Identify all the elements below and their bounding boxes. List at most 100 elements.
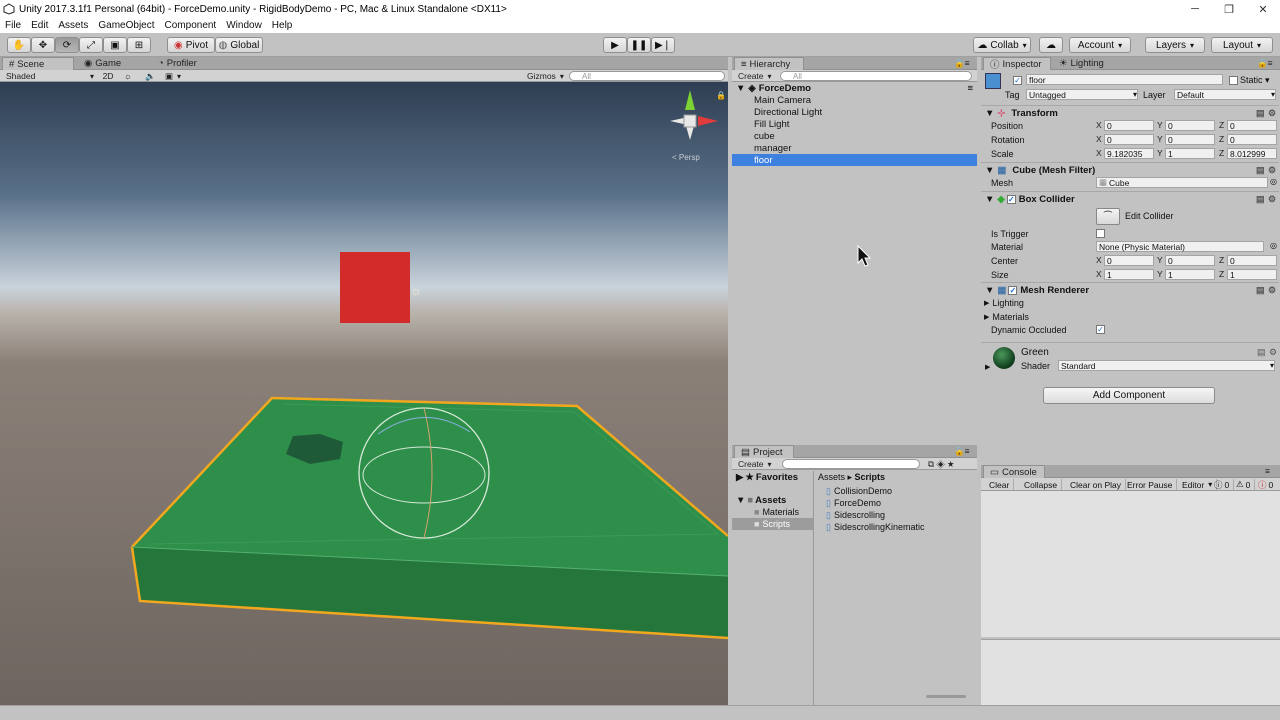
mesh-renderer-enabled-checkbox[interactable]: ✓ <box>1008 285 1018 295</box>
rotate-icon[interactable]: ⟳ <box>55 37 79 53</box>
center-y-label[interactable]: Y <box>1157 255 1163 265</box>
component-gear-icon[interactable]: ⚙ <box>1268 165 1277 175</box>
play-button[interactable]: ▶ <box>603 37 627 53</box>
static-dropdown[interactable]: Static ▾ <box>1240 75 1270 86</box>
move-icon[interactable]: ✥ <box>31 37 55 53</box>
tab-game[interactable]: ◉ Game <box>78 57 150 70</box>
mesh-filter-header[interactable]: ▼ ▦ Cube (Mesh Filter) ▤ ⚙ <box>981 162 1279 177</box>
help-book-icon[interactable]: ▤ <box>1256 165 1265 175</box>
scale-x-field[interactable]: 9.182035 <box>1104 148 1154 159</box>
center-x-field[interactable]: 0 <box>1104 255 1154 266</box>
menu-component[interactable]: Component <box>160 20 222 31</box>
center-z-label[interactable]: Z <box>1219 255 1224 265</box>
rect-icon[interactable]: ▣ <box>103 37 127 53</box>
console-error-pause-button[interactable]: Error Pause <box>1123 479 1178 490</box>
script-item[interactable]: ▯ ForceDemo <box>826 497 925 509</box>
component-gear-icon[interactable]: ⚙ <box>1268 108 1277 118</box>
project-panel-menu-icon[interactable]: 🔒≡ <box>954 445 974 457</box>
hierarchy-item-floor[interactable]: floor <box>732 154 977 166</box>
console-clear-button[interactable]: Clear <box>985 479 1015 490</box>
size-y-field[interactable]: 1 <box>1165 269 1215 280</box>
materials-foldout[interactable]: ▶ Materials <box>981 310 1279 323</box>
account-dropdown[interactable]: Account <box>1069 37 1131 53</box>
hierarchy-item-manager[interactable]: manager <box>732 142 977 154</box>
object-picker-icon[interactable]: ◎ <box>1270 177 1277 186</box>
console-error-count[interactable]: ⓘ 0 <box>1254 479 1277 490</box>
pivot-button[interactable]: ◉ Pivot <box>167 37 215 53</box>
edit-collider-icon[interactable]: ⏜ <box>1096 208 1120 225</box>
shading-dropdown[interactable]: Shaded <box>6 70 94 82</box>
rotation-z-label[interactable]: Z <box>1219 134 1224 144</box>
object-name-input[interactable]: floor <box>1026 74 1223 85</box>
menu-help[interactable]: Help <box>267 20 298 31</box>
center-x-label[interactable]: X <box>1096 255 1102 265</box>
tab-scene[interactable]: # Scene <box>2 57 74 70</box>
hierarchy-item-cube[interactable]: cube <box>732 130 977 142</box>
help-book-icon[interactable]: ▤ <box>1256 285 1265 295</box>
favorites-item[interactable]: ▶ ★ Favorites <box>732 471 813 483</box>
scale-x-label[interactable]: X <box>1096 148 1102 158</box>
size-x-label[interactable]: X <box>1096 269 1102 279</box>
services-cloud-icon[interactable]: ☁ <box>1039 37 1063 53</box>
tab-hierarchy[interactable]: ≡ Hierarchy <box>734 57 804 70</box>
global-button[interactable]: ◍ Global <box>215 37 263 53</box>
transform-header[interactable]: ▼ ⊹ Transform ▤ ⚙ <box>981 105 1279 120</box>
help-book-icon[interactable]: ▤ <box>1256 108 1265 118</box>
script-item[interactable]: ▯ SidescrollingKinematic <box>826 521 925 533</box>
position-z-label[interactable]: Z <box>1219 120 1224 130</box>
box-collider-header[interactable]: ▼ ◆ ✓ Box Collider ▤ ⚙ <box>981 191 1279 206</box>
rotation-x-label[interactable]: X <box>1096 134 1102 144</box>
console-menu-icon[interactable]: ≡ <box>1265 465 1279 477</box>
active-checkbox[interactable]: ✓ <box>1013 76 1022 85</box>
menu-gameobject[interactable]: GameObject <box>93 20 159 31</box>
audio-icon[interactable]: 🔈 <box>145 70 159 82</box>
image-effects-icon[interactable]: ▣ <box>165 70 187 82</box>
size-z-label[interactable]: Z <box>1219 269 1224 279</box>
menu-window[interactable]: Window <box>221 20 267 31</box>
gizmos-dropdown[interactable]: Gizmos <box>527 70 565 82</box>
dynamic-occluded-checkbox[interactable]: ✓ <box>1096 325 1105 334</box>
static-checkbox[interactable] <box>1229 76 1238 85</box>
console-log-count[interactable]: ⓘ 0 <box>1210 479 1235 490</box>
hierarchy-search-input[interactable]: All <box>780 71 972 81</box>
menu-assets[interactable]: Assets <box>53 20 93 31</box>
scale-icon[interactable]: ⤢ <box>79 37 103 53</box>
tab-lighting[interactable]: ☀ Lighting <box>1053 57 1117 70</box>
light-gizmo-icon[interactable]: ☼ <box>410 283 422 298</box>
size-z-field[interactable]: 1 <box>1227 269 1277 280</box>
object-picker-icon[interactable]: ◎ <box>1270 241 1277 250</box>
mesh-field[interactable]: ▦ Cube <box>1096 177 1268 188</box>
project-create-button[interactable]: Create <box>738 458 776 470</box>
breadcrumb-assets[interactable]: Assets <box>818 472 845 482</box>
help-book-icon[interactable]: ▤ <box>1257 348 1266 357</box>
close-icon[interactable]: ✕ <box>1246 0 1280 18</box>
folder-materials[interactable]: ■ Materials <box>732 506 813 518</box>
rotation-z-field[interactable]: 0 <box>1227 134 1277 145</box>
component-gear-icon[interactable]: ⚙ <box>1268 194 1277 204</box>
scale-y-field[interactable]: 1 <box>1165 148 1215 159</box>
folder-scripts[interactable]: ■ Scripts <box>732 518 813 530</box>
scene-viewport[interactable]: ☼ 🔒 < Persp <box>0 82 728 705</box>
script-item[interactable]: ▯ Sidescrolling <box>826 509 925 521</box>
inspector-lock-icon[interactable]: 🔒≡ <box>1257 57 1277 69</box>
box-collider-enabled-checkbox[interactable]: ✓ <box>1006 194 1016 204</box>
panel-menu-icon[interactable]: 🔒≡ <box>954 57 974 69</box>
rotation-y-label[interactable]: Y <box>1157 134 1163 144</box>
transform-icon[interactable]: ⊞ <box>127 37 151 53</box>
console-detail-area[interactable] <box>981 639 1280 705</box>
project-search-input[interactable] <box>782 459 920 469</box>
sun-icon[interactable]: ☼ <box>124 70 138 82</box>
size-y-label[interactable]: Y <box>1157 269 1163 279</box>
scene-search-input[interactable]: All <box>569 71 725 81</box>
material-expand-arrow-icon[interactable]: ▶ <box>985 363 990 371</box>
position-x-label[interactable]: X <box>1096 120 1102 130</box>
is-trigger-checkbox[interactable] <box>1096 229 1105 238</box>
scale-z-field[interactable]: 8.012999 <box>1227 148 1277 159</box>
pause-button[interactable]: ❚❚ <box>627 37 651 53</box>
assets-item[interactable]: ▼ ■ Assets <box>732 494 813 506</box>
console-warning-count[interactable]: ⚠ 0 <box>1232 479 1256 490</box>
hierarchy-item-main-camera[interactable]: Main Camera <box>732 94 977 106</box>
component-gear-icon[interactable]: ⚙ <box>1269 348 1278 357</box>
tab-inspector[interactable]: ⓘ Inspector <box>983 57 1051 71</box>
rotation-y-field[interactable]: 0 <box>1165 134 1215 145</box>
